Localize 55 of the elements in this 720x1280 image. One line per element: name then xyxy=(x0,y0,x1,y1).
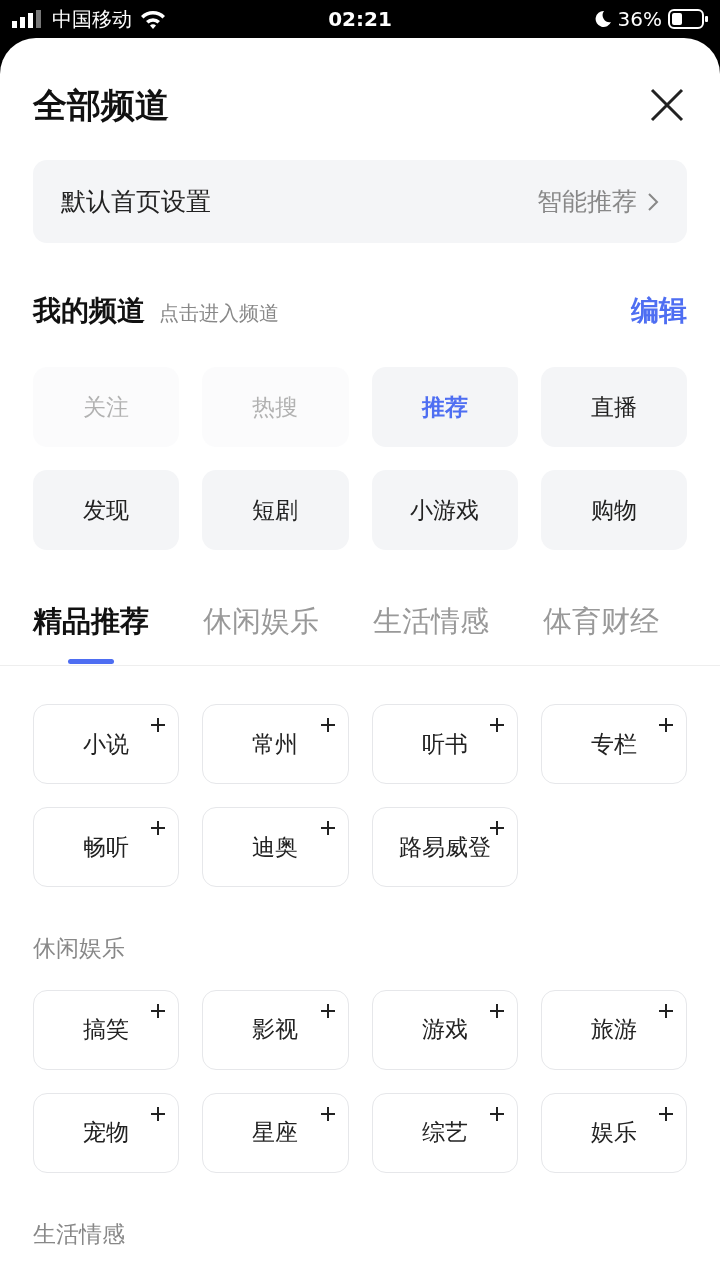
channel-tile[interactable]: 短剧 xyxy=(202,470,349,550)
plus-icon xyxy=(150,717,167,733)
plus-icon xyxy=(319,1105,336,1122)
signal-icon xyxy=(12,10,44,28)
add-channel-tile[interactable]: 听书 xyxy=(371,704,518,784)
plus-icon xyxy=(488,1002,505,1019)
tab-underline xyxy=(68,659,114,664)
carrier-name: 中国移动 xyxy=(52,6,132,33)
plus-icon xyxy=(150,1002,167,1019)
add-channel-tile[interactable]: 旅游 xyxy=(540,989,687,1070)
plus-icon xyxy=(319,1002,336,1019)
add-channel-tile[interactable]: 综艺 xyxy=(371,1092,518,1173)
setting-value: 智能推荐 xyxy=(537,185,637,218)
plus-icon xyxy=(658,1002,674,1019)
section-hint: 点击进入频道 xyxy=(159,300,279,327)
add-channel-tile[interactable]: 娱乐 xyxy=(540,1092,687,1173)
add-channel-tile[interactable]: 畅听 xyxy=(33,807,180,887)
add-channel-tile[interactable]: 常州 xyxy=(202,704,349,784)
channel-tile[interactable]: 发现 xyxy=(33,470,180,550)
channel-tile[interactable]: 购物 xyxy=(540,470,687,550)
battery-icon xyxy=(668,9,708,29)
plus-icon xyxy=(150,820,167,836)
wifi-icon xyxy=(140,9,166,29)
setting-label: 默认首页设置 xyxy=(61,185,211,218)
plus-icon xyxy=(488,1105,505,1122)
moon-icon xyxy=(593,10,612,28)
plus-icon xyxy=(150,1105,167,1122)
add-channel-tile[interactable]: 小说 xyxy=(33,704,180,784)
plus-icon xyxy=(319,717,336,733)
plus-icon xyxy=(319,820,336,836)
plus-icon xyxy=(658,1105,674,1122)
add-channel-tile[interactable]: 宠物 xyxy=(33,1092,180,1173)
category-heading: 休闲娱乐 xyxy=(32,934,126,963)
chevron-right-icon xyxy=(647,191,659,212)
channel-tile[interactable]: 推荐 xyxy=(371,367,518,447)
add-channel-tile[interactable]: 路易威登 xyxy=(371,807,518,887)
edit-button[interactable]: 编辑 xyxy=(631,290,687,332)
add-channel-tile[interactable]: 专栏 xyxy=(540,704,687,784)
channel-tile[interactable]: 直播 xyxy=(540,367,687,447)
add-channel-tile[interactable]: 迪奥 xyxy=(202,807,349,887)
plus-icon xyxy=(488,717,505,733)
category-heading: 生活情感 xyxy=(32,1219,126,1249)
section-title: 我的频道 xyxy=(33,293,145,329)
clock-time: 02:21 xyxy=(327,6,393,33)
category-tab[interactable]: 精品推荐 xyxy=(33,600,149,666)
sheet-title: 全部频道 xyxy=(33,83,169,127)
channel-tile[interactable]: 小游戏 xyxy=(371,470,518,550)
add-channel-tile[interactable]: 影视 xyxy=(202,989,349,1070)
plus-icon xyxy=(488,820,505,836)
default-home-setting[interactable]: 默认首页设置 智能推荐 xyxy=(33,160,687,243)
add-channel-tile[interactable]: 游戏 xyxy=(371,989,518,1070)
battery-percent: 36% xyxy=(617,6,662,33)
add-channel-tile[interactable]: 星座 xyxy=(202,1092,349,1173)
add-channel-tile[interactable]: 搞笑 xyxy=(33,989,180,1070)
plus-icon xyxy=(658,717,674,733)
